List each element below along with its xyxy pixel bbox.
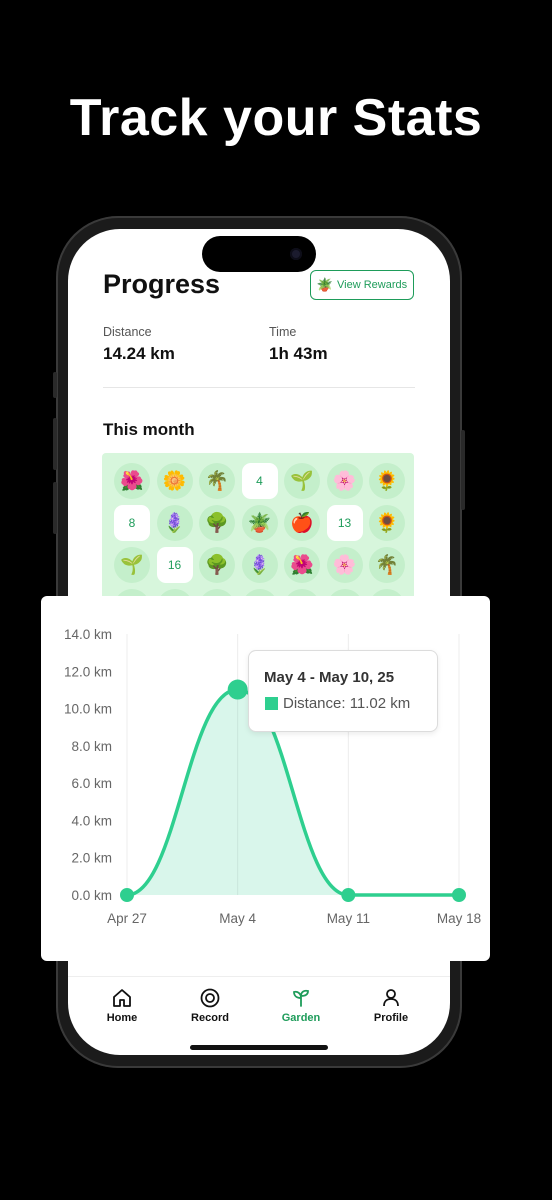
data-point xyxy=(341,888,356,902)
person-icon xyxy=(383,989,399,1007)
data-point xyxy=(452,888,466,902)
nav-home[interactable]: Home xyxy=(87,988,157,1024)
nav-profile[interactable]: Profile xyxy=(356,988,426,1024)
tooltip-value: Distance: 11.02 km xyxy=(283,695,411,712)
nav-record[interactable]: Record xyxy=(175,988,245,1024)
nav-garden[interactable]: Garden xyxy=(266,988,336,1024)
nav-profile-label: Profile xyxy=(373,1012,409,1024)
x-tick-label: Apr 27 xyxy=(107,911,147,926)
record-icon xyxy=(200,988,220,1008)
nav-garden-label: Garden xyxy=(281,1012,321,1024)
sprout-icon xyxy=(293,989,309,1007)
chart-tooltip: May 4 - May 10, 25 Distance: 11.02 km xyxy=(248,650,438,732)
y-tick-label: 8.0 km xyxy=(71,739,112,754)
nav-home-label: Home xyxy=(106,1012,138,1024)
y-tick-label: 2.0 km xyxy=(71,851,112,866)
y-tick-label: 6.0 km xyxy=(71,776,112,791)
x-tick-label: May 4 xyxy=(219,911,256,926)
nav-record-label: Record xyxy=(191,1012,229,1024)
y-tick-label: 10.0 km xyxy=(64,702,112,717)
y-tick-label: 0.0 km xyxy=(71,888,112,903)
home-indicator xyxy=(190,1045,328,1050)
y-tick-label: 14.0 km xyxy=(64,627,112,642)
tooltip-title: May 4 - May 10, 25 xyxy=(264,669,395,686)
tooltip-swatch xyxy=(265,697,278,710)
y-tick-label: 4.0 km xyxy=(71,813,112,828)
home-icon xyxy=(113,989,131,1007)
data-point xyxy=(227,679,248,700)
data-point xyxy=(120,888,134,902)
x-tick-label: May 11 xyxy=(327,911,370,926)
x-tick-label: May 18 xyxy=(437,911,481,926)
y-tick-label: 12.0 km xyxy=(64,664,112,679)
